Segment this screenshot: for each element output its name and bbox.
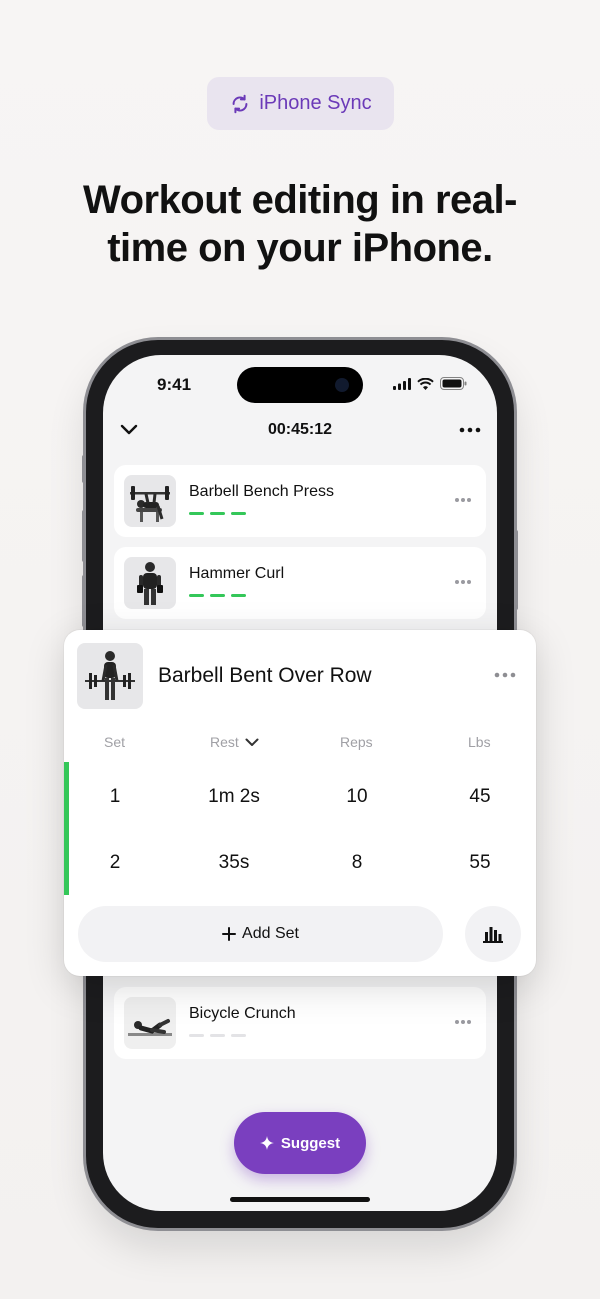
set-progress-dash [210, 594, 225, 597]
add-set-label: Add Set [242, 925, 299, 942]
plus-icon [222, 927, 237, 941]
exercise-name: Bicycle Crunch [189, 1005, 296, 1022]
chevron-down-icon [245, 738, 259, 746]
set-number: 2 [109, 852, 121, 873]
column-header-lbs: Lbs [468, 734, 491, 750]
set-progress [189, 1034, 246, 1037]
rest-value[interactable]: 1m 2s [208, 786, 260, 808]
set-progress-dash [210, 512, 225, 515]
bent-over-row-icon [85, 651, 135, 700]
set-progress-dash [231, 512, 246, 515]
exercise-thumbnail [124, 557, 176, 609]
exercise-card[interactable]: Hammer Curl [114, 547, 486, 619]
completed-sets-indicator [64, 762, 69, 895]
more-icon[interactable] [459, 423, 481, 437]
set-progress-dash [210, 1034, 225, 1037]
set-progress [189, 594, 246, 597]
bar-chart-icon [483, 927, 503, 943]
battery-icon [440, 377, 467, 390]
more-icon[interactable] [494, 670, 516, 680]
headline-line-2: time on your iPhone. [107, 226, 493, 270]
lbs-value[interactable]: 55 [469, 852, 490, 874]
sparkle-icon [259, 1136, 274, 1150]
lbs-value[interactable]: 45 [469, 786, 490, 808]
badge-label: iPhone Sync [259, 92, 372, 114]
add-set-button[interactable]: Add Set [78, 906, 443, 962]
phone-side-button [82, 455, 86, 483]
column-header-reps: Reps [340, 734, 373, 750]
bicycle-crunch-icon [128, 1019, 172, 1036]
rest-value[interactable]: 35s [219, 852, 250, 874]
more-icon[interactable] [454, 577, 472, 587]
set-number: 1 [109, 786, 121, 807]
phone-side-button [514, 530, 518, 610]
suggest-button[interactable]: Suggest [234, 1112, 366, 1174]
home-indicator[interactable] [230, 1197, 370, 1202]
exercise-card[interactable]: Bicycle Crunch [114, 987, 486, 1059]
workout-timer: 00:45:12 [267, 421, 333, 438]
exercise-name: Barbell Bench Press [189, 483, 334, 500]
cellular-icon [393, 377, 411, 390]
set-progress-dash [231, 594, 246, 597]
set-progress-dash [189, 594, 204, 597]
status-icons [393, 377, 467, 390]
camera-icon [335, 378, 349, 392]
headline: Workout editing in real- time on your iP… [0, 176, 600, 272]
bench-press-icon [130, 486, 170, 522]
sync-icon [232, 94, 248, 113]
hammer-curl-icon [137, 562, 163, 605]
set-progress-dash [189, 1034, 204, 1037]
stats-button[interactable] [465, 906, 521, 962]
set-progress-dash [231, 1034, 246, 1037]
reps-value[interactable]: 10 [346, 786, 367, 808]
wifi-icon [417, 377, 434, 390]
phone-side-button [82, 575, 86, 627]
exercise-thumbnail [77, 643, 143, 709]
headline-line-1: Workout editing in real- [83, 178, 517, 222]
reps-value[interactable]: 8 [352, 852, 363, 874]
column-header-rest[interactable]: Rest [210, 734, 259, 750]
exercise-thumbnail [124, 997, 176, 1049]
set-progress [189, 512, 246, 515]
exercise-thumbnail [124, 475, 176, 527]
column-header-set: Set [104, 734, 126, 750]
exercise-card[interactable]: Barbell Bench Press [114, 465, 486, 537]
phone-side-button [82, 510, 86, 562]
active-exercise-name: Barbell Bent Over Row [158, 664, 372, 687]
active-exercise-card: Barbell Bent Over Row Set Rest Reps Lbs … [64, 630, 536, 976]
more-icon[interactable] [454, 1017, 472, 1027]
exercise-name: Hammer Curl [189, 565, 285, 582]
iphone-sync-badge: iPhone Sync [207, 77, 394, 130]
status-time: 9:41 [157, 375, 192, 394]
set-progress-dash [189, 512, 204, 515]
column-header-rest-label: Rest [210, 734, 239, 750]
dynamic-island [237, 367, 363, 403]
suggest-label: Suggest [280, 1134, 341, 1152]
more-icon[interactable] [454, 495, 472, 505]
workout-nav: 00:45:12 [103, 417, 497, 447]
